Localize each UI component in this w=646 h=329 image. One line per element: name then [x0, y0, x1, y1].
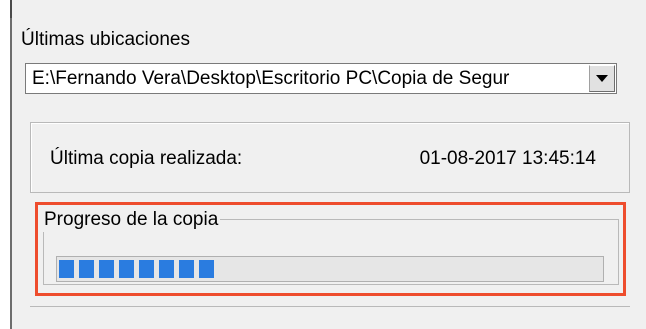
last-copy-group: Última copia realizada: 01-08-2017 13:45…	[30, 122, 630, 193]
recent-locations-dropdown-button[interactable]	[589, 65, 615, 92]
panel-left-border	[10, 0, 12, 329]
last-copy-timestamp: 01-08-2017 13:45:14	[419, 148, 596, 169]
highlight-annotation	[35, 202, 626, 296]
last-copy-label: Última copia realizada:	[50, 148, 243, 169]
recent-locations-combobox[interactable]: E:\Fernando Vera\Desktop\Escritorio PC\C…	[25, 63, 617, 94]
recent-locations-label: Últimas ubicaciones	[21, 29, 190, 50]
panel-bottom-divider	[30, 306, 630, 307]
panel-top-border	[10, 0, 12, 18]
chevron-down-icon	[596, 75, 608, 82]
recent-locations-selected-value: E:\Fernando Vera\Desktop\Escritorio PC\C…	[32, 68, 510, 89]
